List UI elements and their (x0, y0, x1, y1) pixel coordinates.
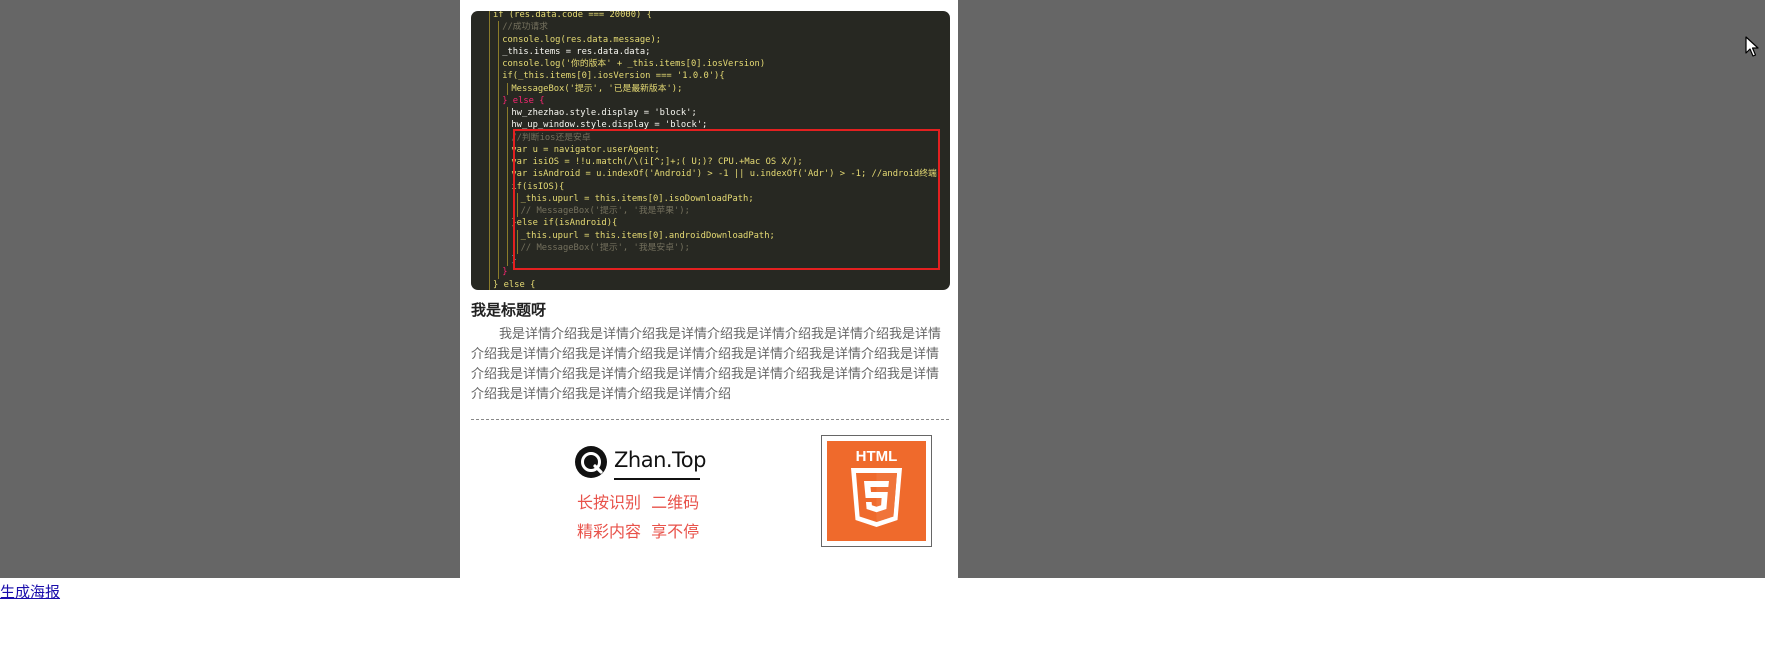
indent-guide (489, 58, 490, 71)
code-text: _this.items = res.data.data; (502, 46, 651, 57)
indent-guide (489, 229, 490, 242)
indent-guide (498, 33, 500, 46)
code-text: hw_zhezhao.style.display = 'block'; (511, 108, 697, 118)
indent-guide (489, 45, 490, 58)
indent-guide (507, 119, 509, 132)
indent-guide (498, 143, 500, 156)
qr-code: HTML (821, 435, 932, 547)
code-text: MessageBox('提示', '已是最新版本'); (511, 83, 683, 94)
html5-icon: HTML (851, 448, 902, 527)
indent-guide (489, 33, 490, 46)
indent-guide (489, 107, 490, 120)
indent-guide (507, 107, 509, 120)
indent-guide (498, 45, 500, 58)
brand-underline (614, 478, 700, 480)
indent-guide (507, 229, 509, 242)
indent-guide (507, 217, 509, 230)
indent-guide (498, 58, 500, 71)
indent-guide (507, 254, 509, 267)
indent-guide (489, 119, 490, 132)
indent-guide (489, 82, 490, 95)
indent-guide (498, 168, 500, 181)
code-text: console.log(res.data.message); (502, 34, 662, 45)
indent-guide (489, 254, 490, 267)
indent-guide (489, 168, 490, 181)
indent-guide (498, 21, 500, 34)
code-line: if(_this.items[0].iosVersion === '1.0.0'… (471, 70, 950, 83)
html5-label: HTML (856, 448, 898, 465)
indent-guide (498, 131, 500, 144)
indent-guide (498, 266, 500, 279)
indent-guide (507, 131, 509, 144)
dashed-divider (471, 419, 949, 420)
indent-guide (489, 21, 490, 34)
qr-code-image: HTML (827, 441, 926, 541)
indent-guide (507, 156, 509, 169)
indent-guide (489, 192, 490, 205)
indent-guide (489, 205, 490, 218)
code-line: console.log('你的版本' + _this.items[0].iosV… (471, 58, 950, 71)
code-text: //成功请求 (502, 22, 548, 33)
indent-guide (498, 254, 500, 267)
code-text: } else { (493, 279, 536, 290)
code-line: _this.items = res.data.data; (471, 45, 950, 58)
indent-guide (507, 143, 509, 156)
code-line: hw_zhezhao.style.display = 'block'; (471, 107, 950, 120)
poster-title: 我是标题呀 (471, 301, 547, 319)
code-text: if(_this.items[0].iosVersion === '1.0.0'… (502, 71, 725, 82)
poster-card: } else {}}// MessageBox('提示', '我是安卓'); _t… (460, 0, 958, 578)
indent-guide (507, 180, 509, 193)
code-line: console.log(res.data.message); (471, 33, 950, 46)
indent-guide (498, 70, 500, 83)
brand-logo: Zhan.Top (574, 440, 734, 480)
indent-guide (507, 192, 509, 205)
code-text: console.log('你的版本' + _this.items[0].iosV… (502, 59, 766, 69)
code-line: //成功请求 (471, 21, 950, 34)
indent-guide (498, 241, 500, 254)
indent-guide (489, 70, 490, 83)
code-line: MessageBox('提示', '已是最新版本'); (471, 82, 950, 95)
indent-guide (498, 229, 500, 242)
indent-guide (489, 94, 490, 107)
indent-guide (498, 119, 500, 132)
indent-guide (489, 266, 490, 279)
generate-poster-link[interactable]: 生成海报 (0, 581, 60, 602)
code-highlight-box (513, 129, 940, 270)
tagline-content: 精彩内容 享不停 (577, 522, 700, 541)
indent-guide (507, 168, 509, 181)
indent-guide (489, 143, 490, 156)
mouse-cursor-icon (1745, 36, 1759, 57)
indent-guide (498, 180, 500, 193)
indent-guide (489, 180, 490, 193)
indent-guide (498, 192, 500, 205)
code-line: } else { (471, 94, 950, 107)
q-logo-icon (575, 446, 607, 478)
code-screenshot: } else {}}// MessageBox('提示', '我是安卓'); _t… (471, 11, 950, 290)
indent-guide (498, 156, 500, 169)
indent-guide (498, 205, 500, 218)
indent-guide (489, 278, 490, 290)
indent-guide (507, 241, 509, 254)
code-text: if (res.data.code === 20000) { (493, 11, 652, 20)
indent-guide (507, 205, 509, 218)
code-line: } else { (471, 278, 950, 290)
indent-guide (507, 82, 509, 95)
indent-guide (489, 131, 490, 144)
indent-guide (498, 217, 500, 230)
tagline-scan: 长按识别 二维码 (577, 493, 700, 512)
code-text: } else { (502, 95, 545, 106)
indent-guide (498, 82, 500, 95)
poster-description: 我是详情介绍我是详情介绍我是详情介绍我是详情介绍我是详情介绍我是详情介绍我是详情… (471, 327, 942, 402)
indent-guide (489, 156, 490, 169)
code-line: if (res.data.code === 20000) { (471, 11, 950, 22)
code-text: } (502, 267, 508, 278)
brand-text: Zhan.Top (614, 448, 707, 472)
indent-guide (498, 94, 500, 107)
indent-guide (489, 241, 490, 254)
indent-guide (489, 11, 490, 22)
indent-guide (489, 217, 490, 230)
indent-guide (498, 107, 500, 120)
